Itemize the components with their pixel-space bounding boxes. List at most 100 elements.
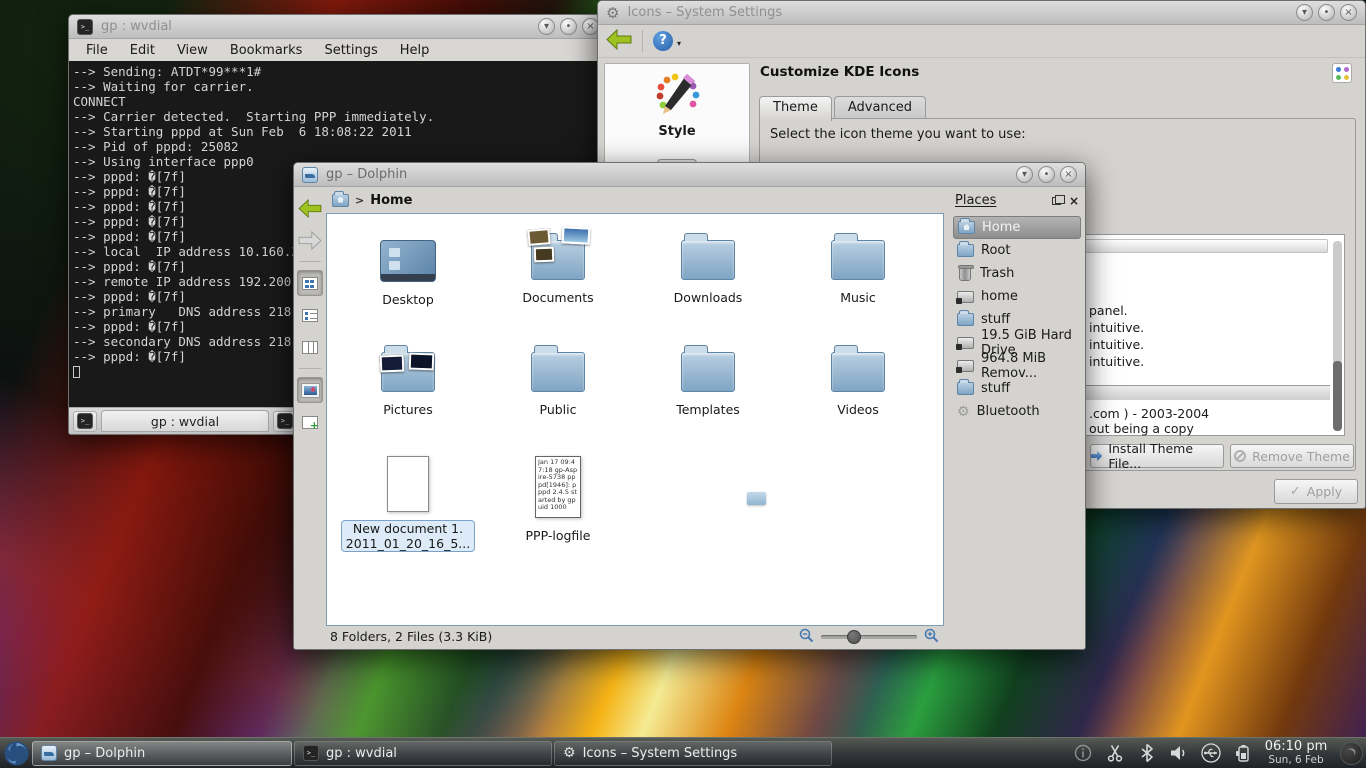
- menu-file[interactable]: File: [77, 42, 117, 59]
- folder-item[interactable]: Documents: [483, 222, 633, 334]
- help-button[interactable]: ?▾: [653, 31, 673, 51]
- menu-help[interactable]: Help: [391, 42, 439, 59]
- file-label: PPP-logfile: [483, 528, 633, 543]
- tab-theme[interactable]: Theme: [759, 96, 832, 121]
- menu-edit[interactable]: Edit: [121, 42, 164, 59]
- zoom-slider-thumb[interactable]: [847, 630, 861, 644]
- terminal-line: --> Starting pppd at Sun Feb 6 18:08:22 …: [73, 124, 603, 139]
- no-entry-icon: [1234, 450, 1246, 462]
- sidebar-item-style-label[interactable]: Style: [605, 124, 749, 139]
- folder-item[interactable]: Videos: [783, 334, 933, 446]
- maximize-button[interactable]: •: [1038, 166, 1055, 183]
- folder-icon: [957, 382, 974, 395]
- drive-icon: [957, 337, 974, 349]
- icons-view-button[interactable]: [297, 270, 323, 296]
- file-item-selected[interactable]: New document 1.2011_01_20_16_5...: [333, 446, 483, 574]
- columns-view-button[interactable]: [297, 334, 323, 360]
- folder-item[interactable]: Templates: [633, 334, 783, 446]
- remove-theme-button[interactable]: Remove Theme: [1230, 444, 1354, 468]
- close-panel-icon[interactable]: ×: [1069, 196, 1079, 206]
- log-file-icon: Jan 17 09:47:18 gp-Aspire-5738 pppd[1946…: [535, 456, 581, 518]
- dolphin-window[interactable]: gp – Dolphin ▾ • × > Home: [293, 162, 1086, 650]
- scrollbar-thumb[interactable]: [1333, 361, 1342, 431]
- zoom-in-icon[interactable]: [924, 628, 939, 646]
- info-icon[interactable]: [1072, 742, 1094, 764]
- folder-icon: [531, 352, 585, 392]
- breadcrumb[interactable]: Home: [370, 193, 412, 208]
- konsole-icon: >_: [277, 413, 293, 429]
- bluetooth-icon[interactable]: [1136, 742, 1158, 764]
- folder-item[interactable]: Public: [483, 334, 633, 446]
- clock-date: Sun, 6 Feb: [1258, 754, 1334, 766]
- clock[interactable]: 06:10 pm Sun, 6 Feb: [1258, 740, 1334, 767]
- kde-launcher-icon[interactable]: [3, 740, 30, 767]
- klipper-scissors-icon[interactable]: [1104, 742, 1126, 764]
- panel-toolbox-icon[interactable]: [1340, 742, 1363, 765]
- zoom-slider[interactable]: [821, 635, 917, 639]
- menu-settings[interactable]: Settings: [315, 42, 386, 59]
- folder-item[interactable]: Desktop: [333, 222, 483, 334]
- place-item-964-8-mib-remov-[interactable]: 964.8 MiB Remov...: [953, 354, 1081, 377]
- terminal-title: gp : wvdial: [101, 19, 172, 34]
- close-button[interactable]: ×: [1340, 4, 1357, 21]
- drag-ghost-icon: [747, 492, 766, 505]
- task-button-2[interactable]: ⚙Icons – System Settings: [554, 741, 832, 766]
- home-folder-icon: [958, 221, 975, 234]
- place-item-home[interactable]: Home: [953, 216, 1081, 239]
- apply-button[interactable]: ✓ Apply: [1274, 479, 1358, 504]
- folder-icon: [681, 240, 735, 280]
- maximize-button[interactable]: •: [560, 18, 577, 35]
- close-button[interactable]: ×: [1060, 166, 1077, 183]
- minimize-button[interactable]: ▾: [1296, 4, 1313, 21]
- scrollbar[interactable]: [1333, 241, 1342, 429]
- folder-item[interactable]: Music: [783, 222, 933, 334]
- checkmark-icon: ✓: [1290, 484, 1301, 499]
- terminal-line: --> Carrier detected. Starting PPP immed…: [73, 109, 603, 124]
- file-item[interactable]: Jan 17 09:47:18 gp-Aspire-5738 pppd[1946…: [483, 446, 633, 574]
- new-tab-button[interactable]: >_: [73, 411, 97, 432]
- dolphin-view[interactable]: DesktopDocumentsDownloadsMusic PicturesPu…: [326, 213, 944, 626]
- install-theme-label: Install Theme File...: [1108, 441, 1223, 471]
- menu-view[interactable]: View: [168, 42, 217, 59]
- forward-button[interactable]: [297, 227, 323, 253]
- terminal-line: --> Sending: ATDT*99***1#: [73, 64, 603, 79]
- place-item-trash[interactable]: Trash: [953, 262, 1081, 285]
- place-label: stuff: [981, 312, 1010, 327]
- place-item-root[interactable]: Root: [953, 239, 1081, 262]
- place-label: home: [981, 289, 1018, 304]
- folder-label: Documents: [483, 290, 633, 305]
- style-icon: [605, 72, 749, 122]
- float-panel-icon[interactable]: [1052, 197, 1061, 205]
- install-theme-button[interactable]: Install Theme File...: [1090, 444, 1224, 468]
- minimize-button[interactable]: ▾: [538, 18, 555, 35]
- split-view-button[interactable]: [297, 409, 323, 435]
- minimize-button[interactable]: ▾: [1016, 166, 1033, 183]
- system-settings-titlebar[interactable]: ⚙ Icons – System Settings ▾ • ×: [598, 1, 1365, 25]
- task-button-1[interactable]: >_gp : wvdial: [294, 741, 552, 766]
- back-button[interactable]: [606, 29, 632, 54]
- maximize-button[interactable]: •: [1318, 4, 1335, 21]
- details-view-button[interactable]: [297, 302, 323, 328]
- folder-label: Desktop: [333, 292, 483, 307]
- terminal-tab[interactable]: gp : wvdial: [101, 410, 269, 432]
- place-item-home[interactable]: home: [953, 285, 1081, 308]
- terminal-titlebar[interactable]: >_ gp : wvdial ▾ • ×: [69, 15, 607, 39]
- bluetooth-icon: ⚙: [957, 405, 970, 419]
- folder-item[interactable]: Downloads: [633, 222, 783, 334]
- place-item-bluetooth[interactable]: ⚙Bluetooth: [953, 400, 1081, 423]
- battery-icon[interactable]: [1232, 742, 1254, 764]
- home-folder-icon[interactable]: [332, 194, 349, 207]
- chevron-down-icon: ▾: [677, 34, 681, 53]
- folder-label: Pictures: [333, 402, 483, 417]
- preview-button[interactable]: [297, 377, 323, 403]
- details-view-icon: [302, 309, 318, 322]
- zoom-out-icon[interactable]: [799, 628, 814, 646]
- folder-item[interactable]: Pictures: [333, 334, 483, 446]
- columns-view-icon: [302, 341, 318, 354]
- back-button[interactable]: [297, 195, 323, 221]
- volume-icon[interactable]: [1168, 742, 1190, 764]
- task-button-0[interactable]: gp – Dolphin: [32, 741, 292, 766]
- menu-bookmarks[interactable]: Bookmarks: [221, 42, 312, 59]
- dolphin-titlebar[interactable]: gp – Dolphin ▾ • ×: [294, 163, 1085, 187]
- usb-device-icon[interactable]: [1200, 742, 1222, 764]
